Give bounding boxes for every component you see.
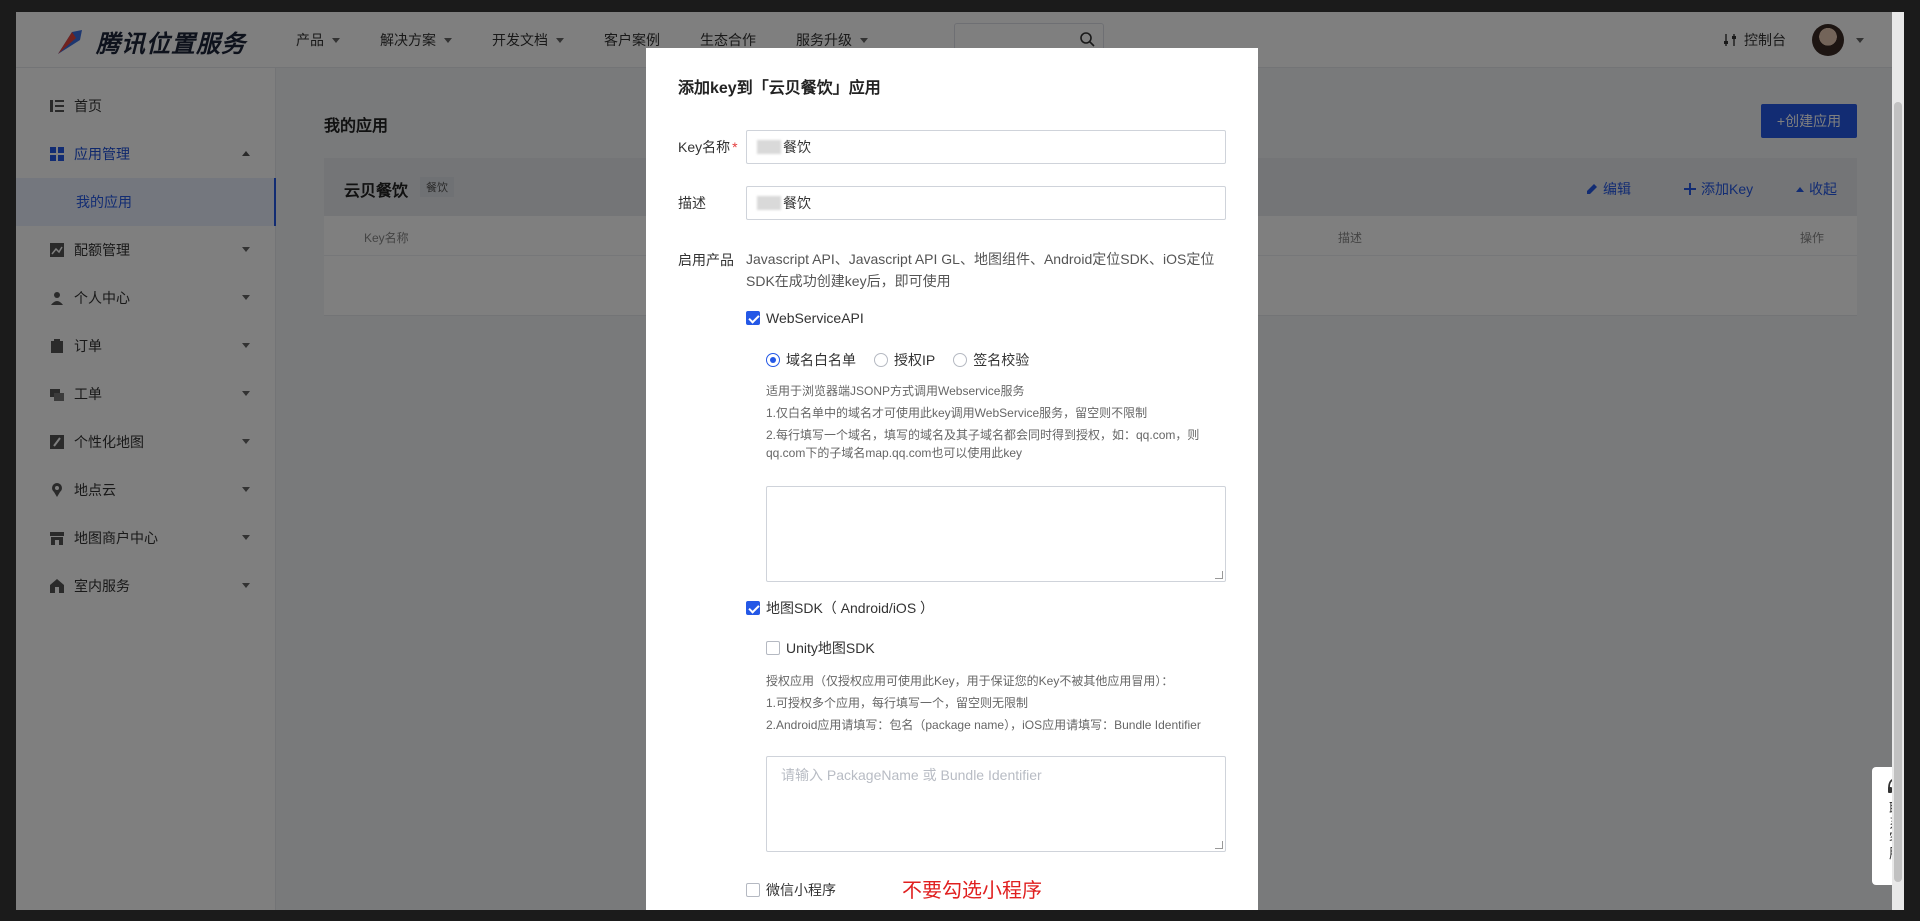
map-sdk-checkbox[interactable]: 地图SDK（ Android/iOS ）	[746, 598, 934, 618]
radio-icon	[953, 353, 968, 367]
checkbox-checked-icon	[746, 601, 760, 615]
sdk-hint-1: 授权应用（仅授权应用可使用此Key，用于保证您的Key不被其他应用冒用）：	[766, 674, 1174, 688]
description-value: 餐饮	[783, 195, 811, 211]
miniprogram-label: 微信小程序	[766, 882, 836, 898]
auth-mode-radio-group: 域名白名单 授权IP 签名校验	[766, 350, 1029, 370]
webservice-hint-3: 2.每行填写一个域名，填写的域名及其子域名都会同时得到授权，如：qq.com，则…	[766, 428, 1200, 460]
radio-signature[interactable]: 签名校验	[953, 350, 1029, 370]
webservice-hint-1: 适用于浏览器端JSONP方式调用Webservice服务	[766, 384, 1025, 398]
scrollbar-thumb[interactable]	[1894, 102, 1902, 882]
checkbox-icon	[746, 883, 760, 897]
blurred-text	[757, 196, 781, 210]
radio-authorized-ip[interactable]: 授权IP	[874, 350, 935, 370]
warning-annotation: 不要勾选小程序	[902, 880, 1042, 902]
unity-sdk-label: Unity地图SDK	[786, 640, 875, 656]
required-mark: *	[732, 139, 738, 155]
page-scrollbar[interactable]	[1892, 12, 1904, 910]
key-name-label-text: Key名称	[678, 139, 731, 155]
sdk-hint-3: 2.Android应用请填写：包名（package name），iOS应用请填写…	[766, 718, 1201, 732]
description-label: 描述	[678, 195, 706, 211]
textarea-placeholder: 请输入 PackageName 或 Bundle Identifier	[781, 767, 1042, 783]
checkbox-icon	[766, 641, 780, 655]
checkbox-checked-icon	[746, 311, 760, 325]
description-input[interactable]: 餐饮	[746, 186, 1226, 220]
radio-domain-whitelist[interactable]: 域名白名单	[766, 350, 856, 370]
sdk-hint-2: 1.可授权多个应用，每行填写一个，留空则无限制	[766, 696, 1029, 710]
radio-label: 授权IP	[894, 352, 936, 368]
domain-whitelist-textarea[interactable]	[766, 486, 1226, 582]
resize-handle[interactable]	[1215, 841, 1223, 849]
key-name-input[interactable]: 餐饮	[746, 130, 1226, 164]
key-name-value: 餐饮	[783, 139, 811, 155]
app-frame: 腾讯位置服务 产品 解决方案 开发文档 客户案例 生态合作 服务升级 控制台	[16, 12, 1904, 910]
radio-selected-icon	[766, 353, 780, 367]
modal-title: 添加key到「云贝餐饮」应用	[678, 80, 881, 97]
unity-sdk-checkbox[interactable]: Unity地图SDK	[766, 638, 875, 658]
webservice-hint-2: 1.仅白名单中的域名才可使用此key调用WebService服务，留空则不限制	[766, 406, 1148, 420]
radio-label: 域名白名单	[786, 352, 856, 368]
products-description: Javascript API、Javascript API GL、地图组件、An…	[746, 251, 1215, 289]
radio-label: 签名校验	[973, 352, 1030, 368]
key-name-label: Key名称 *	[678, 137, 738, 157]
add-key-modal: 添加key到「云贝餐饮」应用 Key名称 * 餐饮 描述 餐饮 启用产品 Java…	[646, 48, 1258, 910]
webservice-label: WebServiceAPI	[766, 310, 864, 326]
package-name-textarea[interactable]: 请输入 PackageName 或 Bundle Identifier	[766, 756, 1226, 852]
map-sdk-label: 地图SDK（ Android/iOS ）	[766, 600, 935, 616]
webservice-checkbox[interactable]: WebServiceAPI	[746, 310, 864, 326]
radio-icon	[874, 353, 888, 367]
products-label: 启用产品	[678, 252, 734, 268]
miniprogram-checkbox[interactable]: 微信小程序	[746, 880, 836, 900]
blurred-text	[757, 140, 781, 154]
resize-handle[interactable]	[1215, 571, 1223, 579]
